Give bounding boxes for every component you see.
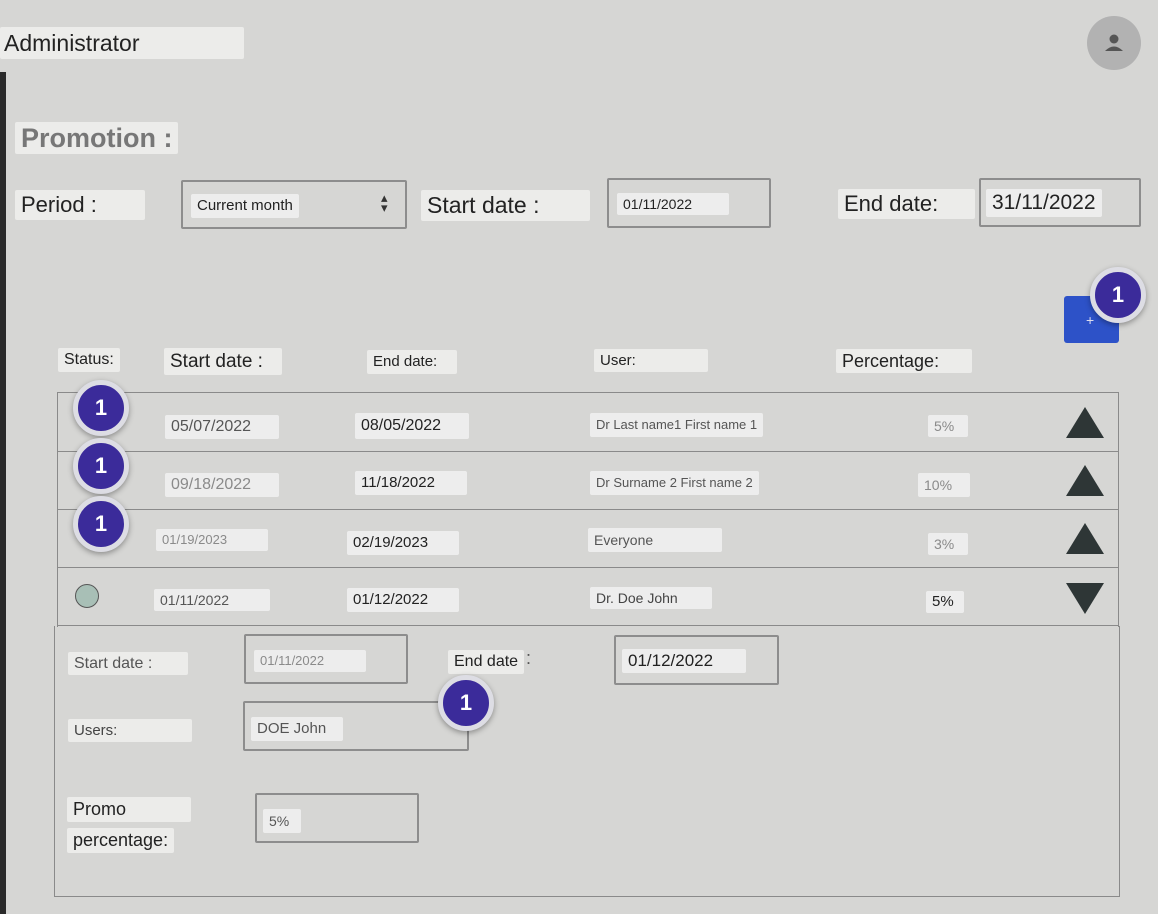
plus-icon: + (1086, 312, 1095, 328)
detail-promo-value: 5% (263, 809, 301, 833)
detail-start-input[interactable]: 01/11/2022 (244, 634, 408, 684)
row-percentage: 5% (926, 591, 964, 613)
detail-end-colon: : (526, 648, 532, 668)
app-title: Administrator (0, 27, 244, 59)
annotation-badge: 1 (1090, 267, 1146, 323)
row-start-date: 05/07/2022 (165, 415, 279, 439)
detail-users-value: DOE John (251, 717, 343, 741)
row-end-date: 08/05/2022 (355, 413, 469, 439)
select-arrows-icon: ▴ ▾ (381, 190, 388, 215)
row-percentage: 10% (918, 473, 970, 497)
row-start-date: 01/19/2023 (156, 529, 268, 551)
percentage-header: Percentage: (836, 349, 972, 373)
start-date-header: Start date : (164, 348, 282, 375)
row-user: Dr Surname 2 First name 2 (590, 471, 759, 495)
user-header: User: (594, 349, 708, 372)
table-row[interactable]: 09/18/2022 11/18/2022 Dr Surname 2 First… (58, 451, 1118, 510)
detail-promo-label-line2: percentage: (67, 828, 175, 853)
row-end-date: 02/19/2023 (347, 531, 459, 555)
collapse-row-icon[interactable] (1066, 523, 1104, 554)
start-date-label: Start date : (421, 190, 590, 221)
page-title: Promotion : (15, 122, 179, 154)
status-header: Status: (58, 348, 120, 372)
left-edge-bar (0, 72, 6, 914)
row-percentage: 5% (928, 415, 968, 437)
avatar-button[interactable] (1087, 16, 1141, 70)
table-row[interactable]: 01/11/2022 01/12/2022 Dr. Doe John 5% (58, 567, 1118, 626)
detail-promo-label-line1: Promo (67, 797, 191, 822)
collapse-row-icon[interactable] (1066, 407, 1104, 438)
row-end-date: 11/18/2022 (355, 471, 467, 495)
detail-end-input[interactable]: 01/12/2022 (614, 635, 779, 685)
start-date-value: 01/11/2022 (617, 193, 729, 215)
period-select-value: Current month (191, 194, 299, 218)
detail-end-label: End date (448, 650, 525, 674)
annotation-badge: 1 (438, 675, 494, 731)
start-date-input[interactable]: 01/11/2022 (607, 178, 771, 228)
end-date-input[interactable]: 31/11/2022 (979, 178, 1141, 227)
row-end-date: 01/12/2022 (347, 588, 459, 612)
detail-end-value: 01/12/2022 (622, 649, 746, 673)
row-start-date: 09/18/2022 (165, 473, 279, 497)
collapse-row-icon[interactable] (1066, 465, 1104, 496)
promotion-detail-panel (54, 626, 1120, 897)
detail-start-value: 01/11/2022 (254, 650, 366, 672)
row-user: Dr. Doe John (590, 587, 712, 609)
table-row[interactable]: 01/19/2023 02/19/2023 Everyone 3% (58, 509, 1118, 568)
annotation-badge: 1 (73, 380, 129, 436)
annotation-badge: 1 (73, 438, 129, 494)
detail-start-label: Start date : (68, 652, 188, 675)
row-user: Dr Last name1 First name 1 (590, 413, 764, 437)
detail-users-input[interactable]: DOE John (243, 701, 469, 751)
period-select[interactable]: Current month ▴ ▾ (181, 180, 407, 229)
annotation-badge: 1 (73, 496, 129, 552)
user-icon (1105, 34, 1123, 51)
detail-promo-input[interactable]: 5% (255, 793, 419, 843)
period-label: Period : (15, 190, 145, 220)
end-date-label: End date: (838, 189, 975, 219)
expand-row-icon[interactable] (1066, 583, 1104, 614)
detail-users-label: Users: (68, 719, 192, 742)
row-user: Everyone (588, 528, 722, 552)
status-inactive-indicator[interactable] (75, 584, 99, 608)
table-row[interactable]: 05/07/2022 08/05/2022 Dr Last name1 Firs… (58, 393, 1118, 452)
row-percentage: 3% (928, 533, 968, 555)
end-date-header: End date: (367, 350, 457, 374)
end-date-value: 31/11/2022 (986, 189, 1102, 217)
row-start-date: 01/11/2022 (154, 589, 270, 611)
